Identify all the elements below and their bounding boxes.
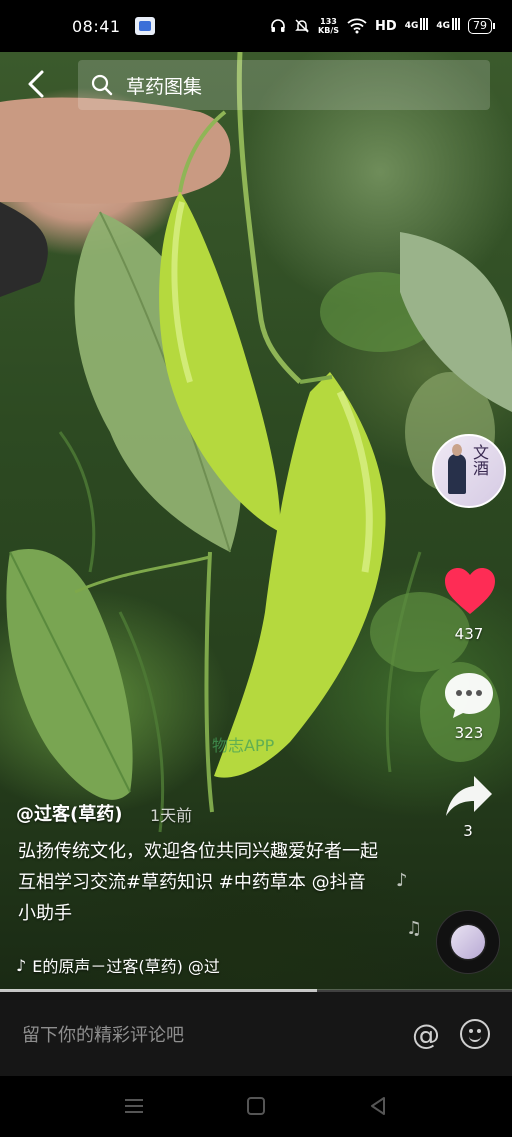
floating-music-note-icon: ♪ [396,870,408,891]
hd-label: HD [375,18,397,34]
status-time: 08:41 [72,16,121,36]
comment-input[interactable]: 留下你的精彩评论吧 [22,1021,412,1047]
headphones-icon [271,19,285,32]
watermark-text: 物志APP [212,736,275,755]
back-arrow-icon[interactable] [20,62,52,106]
search-query-text: 草药图集 [126,75,203,98]
floating-music-note-icon-2: ♫ [406,918,423,939]
home-nav-icon[interactable] [244,1094,268,1118]
music-info[interactable]: ♪ E的原声－过客(草药) @过 [16,952,276,978]
net-speed-value: 133 [320,17,337,26]
music-disc[interactable] [436,910,500,974]
music-title: E的原声－过客(草药) @过 [32,957,220,976]
signal-4g-2: 4G [436,18,460,31]
mention-at-icon[interactable]: @ [412,1018,440,1051]
menu-nav-icon[interactable] [122,1094,146,1118]
signal-4g-1: 4G [405,18,429,31]
author-name[interactable]: @过客(草药) [16,800,122,826]
search-icon [91,74,113,96]
system-nav-bar [0,1076,512,1137]
net-speed-unit: KB/S [318,26,340,35]
comment-bar: 留下你的精彩评论吧 @ [0,992,512,1076]
avatar-figure [448,444,466,494]
emoji-icon[interactable] [460,1019,490,1049]
comment-bubble-icon[interactable] [443,670,495,720]
share-count: 3 [463,822,473,840]
avatar-calligraphy: 文酒 [470,444,489,476]
status-bar: 08:41 133 KB/S HD 4G 4G 79 [0,0,512,52]
mute-bell-icon [295,19,309,33]
battery-indicator: 79 [468,18,495,34]
wifi-icon [347,18,367,34]
music-note-icon: ♪ [16,955,27,975]
post-time: 1天前 [150,806,193,825]
search-bar[interactable]: 草药图集 [78,60,490,110]
net-speed: 133 KB/S [318,17,339,35]
back-nav-icon[interactable] [366,1094,390,1118]
like-heart-icon[interactable] [443,566,497,618]
baidu-app-icon [134,17,155,35]
video-description[interactable]: 弘扬传统文化，欢迎各位共同兴趣爱好者一起互相学习交流#草药知识 #中药草本 @抖… [18,836,378,929]
comment-count: 323 [454,724,484,742]
like-count: 437 [454,625,484,643]
author-avatar[interactable]: 文酒 [432,434,506,508]
share-arrow-icon[interactable] [444,774,494,818]
